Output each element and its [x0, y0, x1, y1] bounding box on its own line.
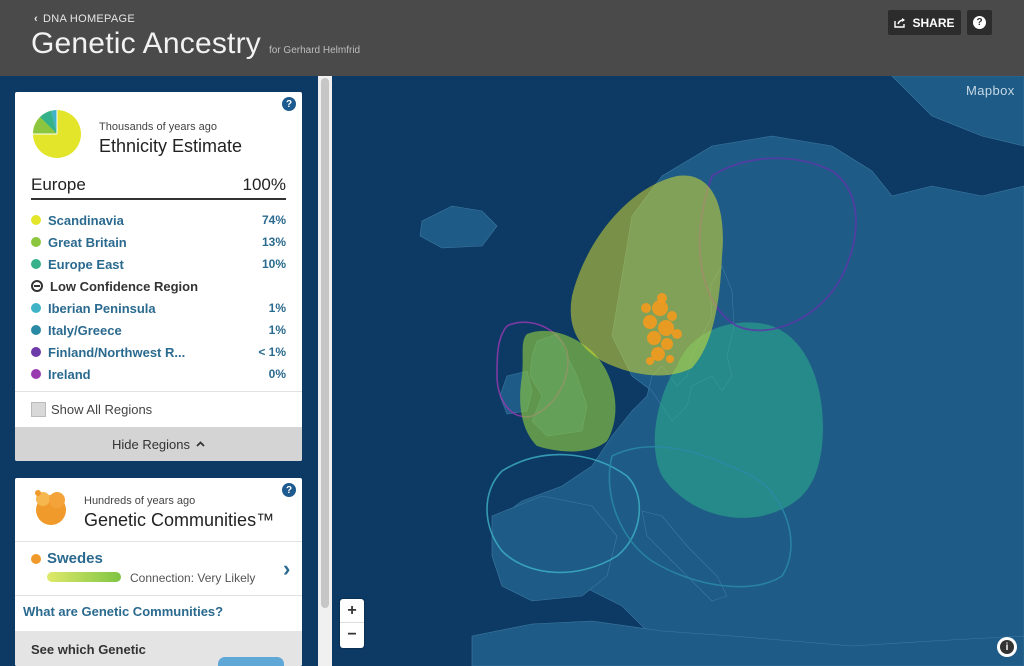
region-item-europe-east[interactable]: Europe East 10% [31, 253, 286, 275]
communities-help-icon[interactable]: ? [282, 483, 296, 497]
dna-homepage-link[interactable]: ‹ DNA HOMEPAGE [34, 13, 135, 25]
region-item-great-britain[interactable]: Great Britain 13% [31, 231, 286, 253]
see-which-label: See which Genetic [31, 642, 146, 657]
region-color-dot [31, 369, 41, 379]
region-percent: 1% [268, 301, 286, 315]
region-item-italy-greece[interactable]: Italy/Greece 1% [31, 319, 286, 341]
app-header: ‹ DNA HOMEPAGE Genetic Ancestry for Gerh… [0, 0, 1024, 76]
hide-regions-button[interactable]: Hide Regions [15, 427, 302, 461]
zoom-in-button[interactable]: + [340, 599, 364, 623]
ethnicity-pie-icon [32, 110, 81, 158]
region-item-finland-northwest-russia[interactable]: Finland/Northwest R... < 1% [31, 341, 286, 363]
communities-kicker: Hundreds of years ago [84, 495, 196, 507]
region-percent: 0% [268, 367, 286, 381]
panel-scrollbar-thumb[interactable] [321, 78, 329, 608]
ethnicity-help-icon[interactable]: ? [282, 97, 296, 111]
community-item-swedes[interactable]: Swedes Connection: Very Likely › [15, 541, 302, 596]
community-name: Swedes [47, 550, 103, 567]
communities-blob-icon [35, 490, 66, 525]
title-row: Genetic Ancestry for Gerhard Helmfrid [31, 27, 360, 61]
low-confidence-header[interactable]: Low Confidence Region [31, 275, 286, 297]
back-link-label: DNA HOMEPAGE [42, 13, 135, 25]
region-color-dot [31, 215, 41, 225]
ethnicity-estimate-card: ? Thousands of years ago Ethnicity Estim… [15, 92, 302, 461]
connection-label: Connection: Very Likely [130, 571, 256, 585]
region-color-dot [31, 259, 41, 269]
genetic-communities-card: ? Hundreds of years ago Genetic Communit… [15, 478, 302, 666]
region-color-dot [31, 237, 41, 247]
map-info-button[interactable]: i [997, 637, 1017, 657]
region-color-dot [31, 325, 41, 335]
region-percent: < 1% [258, 345, 286, 359]
region-color-dot [31, 347, 41, 357]
region-item-ireland[interactable]: Ireland 0% [31, 363, 286, 385]
ethnicity-kicker: Thousands of years ago [99, 121, 218, 133]
share-label: SHARE [912, 15, 955, 30]
ancestry-map[interactable] [332, 76, 1024, 666]
region-percent: 1% [268, 323, 286, 337]
share-icon [894, 18, 906, 28]
region-list: Scandinavia 74% Great Britain 13% Europe… [31, 209, 286, 385]
map-canvas[interactable] [332, 76, 1024, 666]
region-item-iberian-peninsula[interactable]: Iberian Peninsula 1% [31, 297, 286, 319]
region-name: Scandinavia [48, 212, 124, 228]
region-group-header: Europe 100% [31, 175, 286, 200]
communities-title: Genetic Communities™ [84, 510, 275, 530]
minus-circle-icon [31, 280, 43, 292]
help-icon: ? [973, 16, 986, 29]
info-icon: i [1000, 640, 1014, 654]
what-are-communities-link[interactable]: What are Genetic Communities? [23, 604, 223, 619]
chevron-left-icon: ‹ [34, 13, 38, 25]
region-percent: 13% [261, 235, 286, 249]
region-name: Ireland [48, 366, 91, 382]
region-group-name: Europe [31, 175, 86, 194]
region-name: Low Confidence Region [50, 278, 199, 294]
region-group-total: 100% [242, 175, 286, 194]
region-name: Iberian Peninsula [48, 300, 156, 316]
region-percent: 10% [261, 257, 286, 271]
region-name: Europe East [48, 256, 124, 272]
map-region-scandinavia[interactable] [570, 175, 723, 376]
zoom-control: + − [340, 599, 364, 648]
zoom-out-button[interactable]: − [340, 623, 364, 647]
chevron-right-icon: › [283, 556, 291, 581]
show-all-checkbox[interactable] [31, 402, 46, 417]
hide-regions-label: Hide Regions [111, 436, 191, 452]
region-item-scandinavia[interactable]: Scandinavia 74% [31, 209, 286, 231]
region-color-dot [31, 303, 41, 313]
show-all-label: Show All Regions [51, 402, 153, 417]
share-button[interactable]: SHARE [888, 10, 961, 35]
region-name: Finland/Northwest R... [48, 344, 186, 360]
ethnicity-title: Ethnicity Estimate [99, 136, 243, 156]
community-color-dot [31, 554, 41, 564]
show-all-regions-toggle[interactable]: Show All Regions [15, 391, 302, 427]
region-name: Italy/Greece [48, 322, 122, 338]
mapbox-attribution: Mapbox [966, 83, 1015, 98]
page-subtitle: for Gerhard Helmfrid [268, 45, 361, 56]
page-title: Genetic Ancestry [31, 27, 261, 60]
region-name: Great Britain [48, 234, 127, 250]
help-button[interactable]: ? [967, 10, 992, 35]
chevron-up-icon [196, 441, 205, 447]
connection-strength-bar [47, 572, 121, 582]
region-percent: 74% [261, 213, 286, 227]
see-which-button[interactable] [218, 657, 284, 666]
